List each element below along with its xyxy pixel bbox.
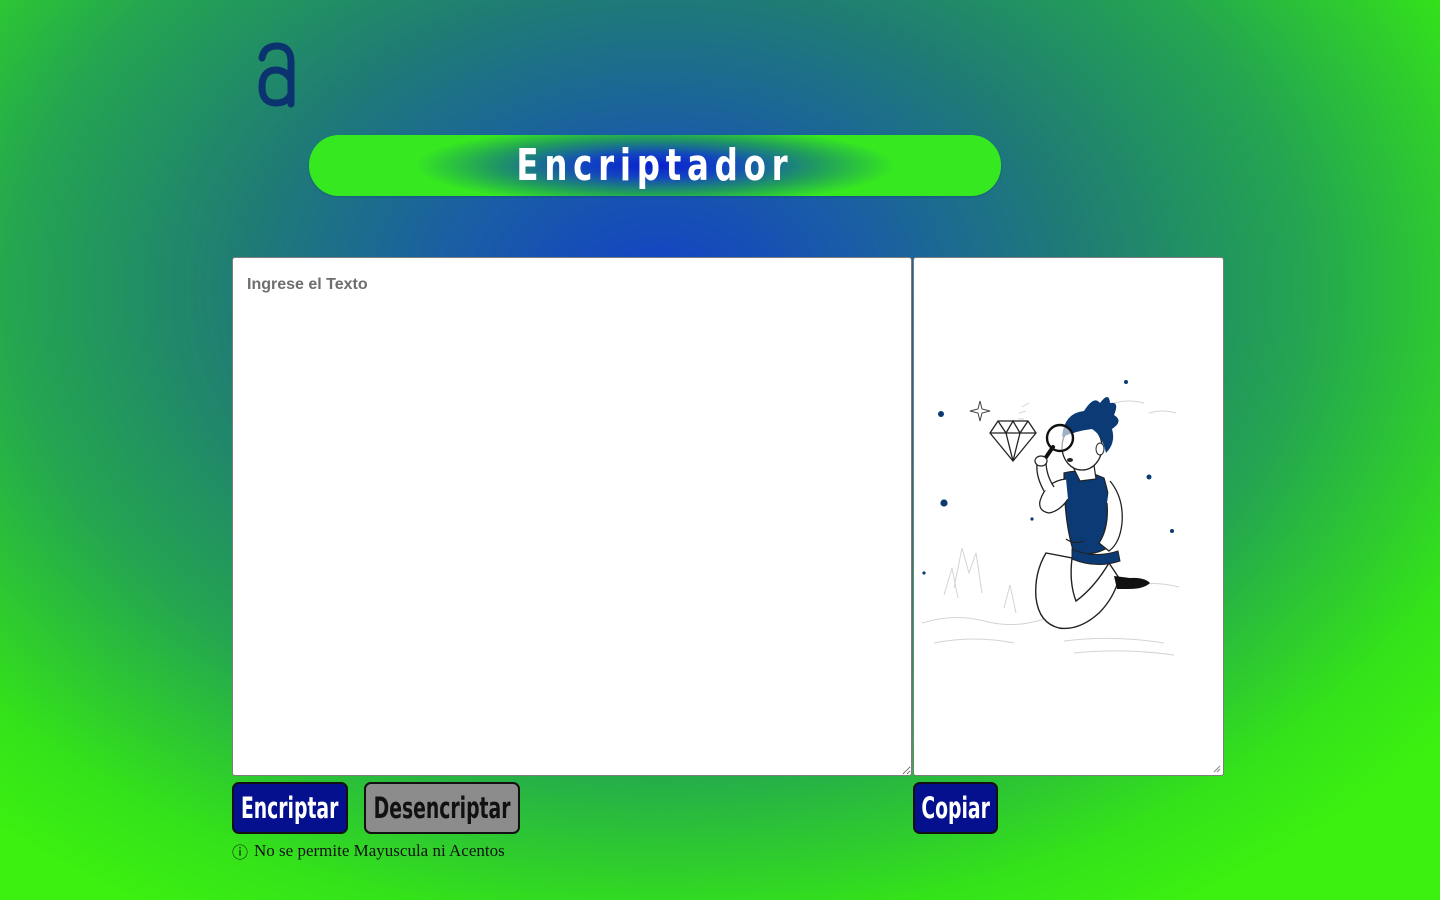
info-icon: ⓘ: [232, 845, 249, 862]
decrypt-button-label: Desencriptar: [373, 791, 511, 825]
resize-grip-icon[interactable]: [1213, 765, 1221, 773]
output-panel[interactable]: [913, 257, 1224, 776]
title-banner: Encriptador: [309, 135, 1001, 196]
copy-button[interactable]: Copiar: [913, 782, 998, 834]
copy-button-label: Copiar: [921, 791, 990, 825]
warning-text: No se permite Mayuscula ni Acentos: [254, 841, 505, 860]
encrypt-button-label: Encriptar: [241, 791, 339, 825]
encrypt-button[interactable]: Encriptar: [232, 782, 348, 834]
alura-logo-icon: [258, 42, 295, 108]
decrypt-button[interactable]: Desencriptar: [364, 782, 520, 834]
page-title: Encriptador: [516, 140, 794, 191]
person-magnifier-illustration: [921, 380, 1180, 656]
warning-message: ⓘ No se permite Mayuscula ni Acentos: [232, 839, 505, 863]
input-textarea[interactable]: [232, 257, 912, 776]
